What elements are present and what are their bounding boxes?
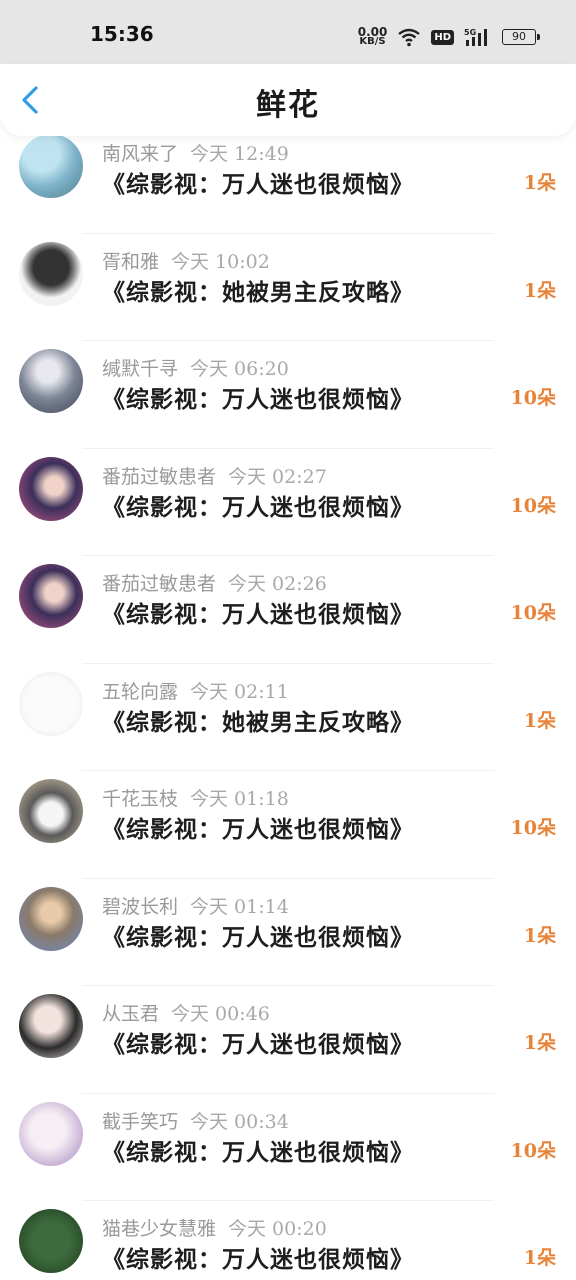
item-meta: 五轮向露 今天 02:11 xyxy=(102,677,289,704)
list-item[interactable]: 猫巷少女慧雅 今天 00:20 《综影视：万人迷也很烦恼》 1朵 xyxy=(0,1201,576,1280)
page-title: 鲜花 xyxy=(256,88,320,123)
avatar[interactable] xyxy=(19,134,83,198)
status-time: 15:36 xyxy=(90,22,154,46)
timestamp: 今天 12:49 xyxy=(190,143,289,165)
list-item[interactable]: 碧波长利 今天 01:14 《综影视：万人迷也很烦恼》 1朵 xyxy=(0,879,576,986)
timestamp: 今天 02:11 xyxy=(190,680,289,703)
status-icons: 0.00 KB/S HD 5G 90 xyxy=(358,24,540,50)
timestamp: 今天 01:14 xyxy=(190,895,289,918)
timestamp: 今天 02:26 xyxy=(228,573,327,595)
avatar[interactable] xyxy=(19,886,83,951)
flower-count: 1朵 xyxy=(523,172,556,194)
avatar[interactable] xyxy=(19,349,83,413)
book-title[interactable]: 《综影视：万人迷也很烦恼》 xyxy=(102,1133,414,1167)
item-meta: 番茄过敏患者 今天 02:26 xyxy=(102,569,327,596)
book-title[interactable]: 《综影视：万人迷也很烦恼》 xyxy=(102,595,414,629)
flower-count: 1朵 xyxy=(523,1032,556,1054)
network-speed-unit: KB/S xyxy=(359,36,386,47)
flower-count: 1朵 xyxy=(523,1247,556,1269)
hd-icon: HD xyxy=(431,29,454,45)
book-title[interactable]: 《综影视：万人迷也很烦恼》 xyxy=(102,380,414,414)
network-speed: 0.00 KB/S xyxy=(358,26,388,47)
flower-record-list: 南风来了 今天 12:49 《综影视：万人迷也很烦恼》 1朵 胥和雅 今天 10:0… xyxy=(0,126,576,1280)
signal-label: 5G xyxy=(464,28,476,37)
list-item[interactable]: 缄默千寻 今天 06:20 《综影视：万人迷也很烦恼》 10朵 xyxy=(0,341,576,449)
avatar[interactable] xyxy=(19,1209,83,1273)
timestamp: 今天 02:27 xyxy=(228,465,327,488)
avatar[interactable] xyxy=(19,241,83,306)
book-title[interactable]: 《综影视：万人迷也很烦恼》 xyxy=(102,1240,414,1274)
flower-count: 10朵 xyxy=(510,1139,556,1162)
book-title[interactable]: 《综影视：万人迷也很烦恼》 xyxy=(102,488,414,522)
flower-count: 1朵 xyxy=(523,924,556,947)
timestamp: 今天 00:34 xyxy=(190,1110,289,1133)
item-meta: 缄默千寻 今天 06:20 xyxy=(102,354,289,381)
timestamp: 今天 10:02 xyxy=(171,250,270,273)
flower-count: 10朵 xyxy=(510,494,556,517)
book-title[interactable]: 《综影视：万人迷也很烦恼》 xyxy=(102,918,414,952)
avatar[interactable] xyxy=(19,564,83,628)
item-meta: 截手笑巧 今天 00:34 xyxy=(102,1107,289,1134)
app-header: 鲜花 xyxy=(0,64,576,136)
book-title[interactable]: 《综影视：她被男主反攻略》 xyxy=(102,273,414,307)
battery-icon: 90 xyxy=(502,29,540,45)
book-title[interactable]: 《综影视：万人迷也很烦恼》 xyxy=(102,810,414,844)
timestamp: 今天 00:46 xyxy=(171,1003,270,1025)
item-meta: 千花玉枝 今天 01:18 xyxy=(102,784,289,811)
username[interactable]: 缄默千寻 xyxy=(102,358,178,380)
flower-count: 10朵 xyxy=(510,817,556,839)
username[interactable]: 猫巷少女慧雅 xyxy=(102,1218,216,1240)
flower-count: 10朵 xyxy=(510,387,556,409)
item-meta: 胥和雅 今天 10:02 xyxy=(102,247,270,274)
username[interactable]: 碧波长利 xyxy=(102,896,178,918)
timestamp: 今天 00:20 xyxy=(228,1218,327,1240)
item-meta: 从玉君 今天 00:46 xyxy=(102,999,270,1026)
item-meta: 番茄过敏患者 今天 02:27 xyxy=(102,462,327,489)
avatar[interactable] xyxy=(19,1101,83,1166)
list-item[interactable]: 千花玉枝 今天 01:18 《综影视：万人迷也很烦恼》 10朵 xyxy=(0,771,576,879)
flower-count: 10朵 xyxy=(510,602,556,624)
wifi-icon xyxy=(398,28,421,47)
list-item[interactable]: 番茄过敏患者 今天 02:26 《综影视：万人迷也很烦恼》 10朵 xyxy=(0,556,576,664)
timestamp: 今天 06:20 xyxy=(190,358,289,380)
list-item[interactable]: 南风来了 今天 12:49 《综影视：万人迷也很烦恼》 1朵 xyxy=(0,126,576,234)
flower-count: 1朵 xyxy=(523,279,556,302)
username[interactable]: 番茄过敏患者 xyxy=(102,466,216,488)
list-item[interactable]: 五轮向露 今天 02:11 《综影视：她被男主反攻略》 1朵 xyxy=(0,664,576,771)
list-item[interactable]: 胥和雅 今天 10:02 《综影视：她被男主反攻略》 1朵 xyxy=(0,234,576,341)
avatar[interactable] xyxy=(19,779,83,843)
username[interactable]: 千花玉枝 xyxy=(102,788,178,810)
list-item[interactable]: 番茄过敏患者 今天 02:27 《综影视：万人迷也很烦恼》 10朵 xyxy=(0,449,576,556)
book-title[interactable]: 《综影视：她被男主反攻略》 xyxy=(102,703,414,737)
username[interactable]: 番茄过敏患者 xyxy=(102,573,216,595)
username[interactable]: 截手笑巧 xyxy=(102,1111,178,1133)
item-meta: 碧波长利 今天 01:14 xyxy=(102,892,289,919)
flower-count: 1朵 xyxy=(523,709,556,732)
username[interactable]: 南风来了 xyxy=(102,143,178,165)
book-title[interactable]: 《综影视：万人迷也很烦恼》 xyxy=(102,1025,414,1059)
avatar[interactable] xyxy=(19,456,83,521)
list-item[interactable]: 截手笑巧 今天 00:34 《综影视：万人迷也很烦恼》 10朵 xyxy=(0,1094,576,1201)
avatar[interactable] xyxy=(19,671,83,736)
avatar[interactable] xyxy=(19,994,83,1058)
signal-5g-icon: 5G xyxy=(464,28,487,46)
username[interactable]: 五轮向露 xyxy=(102,681,178,703)
flower-list-page: 15:36 0.00 KB/S HD 5G 90 鲜花 南风来了 今天 12:4… xyxy=(0,0,576,1280)
username[interactable]: 从玉君 xyxy=(102,1003,159,1025)
username[interactable]: 胥和雅 xyxy=(102,251,159,273)
status-bar: 15:36 0.00 KB/S HD 5G 90 xyxy=(0,0,576,64)
list-item[interactable]: 从玉君 今天 00:46 《综影视：万人迷也很烦恼》 1朵 xyxy=(0,986,576,1094)
book-title[interactable]: 《综影视：万人迷也很烦恼》 xyxy=(102,165,414,199)
timestamp: 今天 01:18 xyxy=(190,788,289,810)
item-meta: 猫巷少女慧雅 今天 00:20 xyxy=(102,1214,327,1241)
item-meta: 南风来了 今天 12:49 xyxy=(102,139,289,166)
